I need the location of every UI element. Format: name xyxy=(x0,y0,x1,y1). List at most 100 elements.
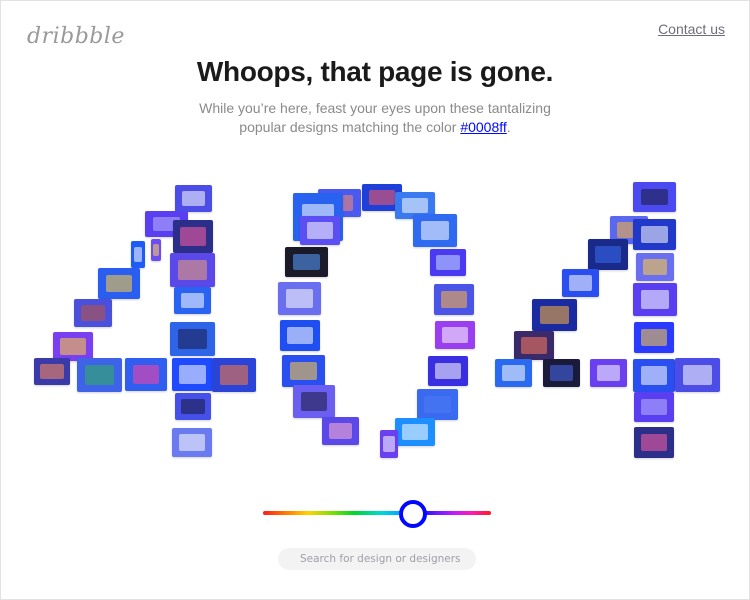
shot-preview-graphic xyxy=(369,189,395,206)
design-shot-thumbnail[interactable] xyxy=(417,389,458,420)
shot-preview-graphic xyxy=(436,254,460,271)
design-shot-thumbnail[interactable] xyxy=(413,214,457,247)
shot-preview-graphic xyxy=(80,305,106,321)
design-shot-thumbnail[interactable] xyxy=(634,322,674,353)
design-shot-thumbnail[interactable] xyxy=(380,430,398,458)
design-shot-thumbnail[interactable] xyxy=(543,359,580,387)
color-slider-track[interactable] xyxy=(263,511,491,515)
design-shot-thumbnail[interactable] xyxy=(675,358,720,392)
shot-preview-graphic xyxy=(549,365,574,381)
shot-preview-graphic xyxy=(568,275,593,291)
design-shot-thumbnail[interactable] xyxy=(322,417,359,445)
shot-preview-graphic xyxy=(683,365,712,385)
shot-preview-graphic xyxy=(402,197,428,214)
design-shot-thumbnail[interactable] xyxy=(633,283,677,316)
shot-preview-graphic xyxy=(181,190,206,207)
design-shot-thumbnail[interactable] xyxy=(77,358,122,392)
design-shot-thumbnail[interactable] xyxy=(175,185,212,212)
design-shot-thumbnail[interactable] xyxy=(170,322,215,356)
design-shot-thumbnail[interactable] xyxy=(636,253,674,281)
design-shot-thumbnail[interactable] xyxy=(172,428,212,457)
design-shot-thumbnail[interactable] xyxy=(634,392,674,422)
design-shot-thumbnail[interactable] xyxy=(125,358,167,391)
shot-preview-graphic xyxy=(60,338,86,355)
design-shot-thumbnail[interactable] xyxy=(151,239,161,261)
shot-preview-graphic xyxy=(540,306,569,324)
shot-preview-graphic xyxy=(152,243,160,257)
design-shot-thumbnail[interactable] xyxy=(278,282,321,315)
shot-preview-graphic xyxy=(641,328,667,347)
design-shot-thumbnail[interactable] xyxy=(98,268,140,299)
design-shot-thumbnail[interactable] xyxy=(435,321,475,349)
shot-preview-graphic xyxy=(596,365,621,381)
shot-preview-graphic xyxy=(441,290,467,309)
design-shot-thumbnail[interactable] xyxy=(633,359,675,392)
shot-preview-graphic xyxy=(179,365,206,384)
shot-preview-graphic xyxy=(178,329,207,349)
design-shot-thumbnail[interactable] xyxy=(34,358,70,385)
design-shot-thumbnail[interactable] xyxy=(131,241,145,268)
design-shot-thumbnail[interactable] xyxy=(590,359,627,387)
shot-preview-graphic xyxy=(219,365,249,385)
shot-preview-graphic xyxy=(180,227,206,246)
shot-preview-graphic xyxy=(328,423,353,439)
design-shot-thumbnail[interactable] xyxy=(495,359,532,387)
design-shot-thumbnail[interactable] xyxy=(434,284,474,315)
design-shot-thumbnail[interactable] xyxy=(634,427,674,458)
shot-preview-graphic xyxy=(642,259,668,275)
design-shot-thumbnail[interactable] xyxy=(633,182,676,212)
design-shot-thumbnail[interactable] xyxy=(514,331,554,360)
shot-preview-graphic xyxy=(383,436,395,452)
design-shot-thumbnail[interactable] xyxy=(53,332,93,361)
design-shot-thumbnail[interactable] xyxy=(74,299,112,327)
shot-preview-graphic xyxy=(307,222,333,239)
search-input[interactable] xyxy=(278,548,476,570)
design-shot-thumbnail[interactable] xyxy=(173,220,213,253)
shot-preview-graphic xyxy=(40,363,64,380)
design-shot-thumbnail[interactable] xyxy=(293,385,335,418)
design-shot-thumbnail[interactable] xyxy=(174,287,211,314)
shot-preview-graphic xyxy=(178,260,207,280)
shot-preview-graphic xyxy=(640,225,669,244)
shot-preview-graphic xyxy=(292,253,321,271)
shot-preview-graphic xyxy=(424,395,451,414)
shot-preview-graphic xyxy=(442,327,468,343)
shot-preview-graphic xyxy=(287,326,313,345)
shot-preview-graphic xyxy=(420,221,450,240)
shot-preview-graphic xyxy=(641,398,667,416)
design-shot-thumbnail[interactable] xyxy=(430,249,466,276)
design-shot-thumbnail[interactable] xyxy=(562,269,599,297)
shot-preview-graphic xyxy=(105,274,133,293)
design-shot-thumbnail[interactable] xyxy=(212,358,256,392)
design-shot-thumbnail[interactable] xyxy=(170,253,215,287)
shot-preview-graphic xyxy=(402,424,428,440)
shot-preview-graphic xyxy=(640,290,670,309)
shot-preview-graphic xyxy=(133,246,143,263)
shot-preview-graphic xyxy=(521,337,547,354)
shot-preview-graphic xyxy=(180,292,205,309)
design-shot-thumbnail[interactable] xyxy=(175,393,211,420)
design-shot-thumbnail[interactable] xyxy=(395,418,435,446)
design-shot-thumbnail[interactable] xyxy=(172,358,213,391)
shot-preview-graphic xyxy=(640,366,668,385)
shot-preview-graphic xyxy=(179,434,205,451)
design-shot-thumbnail[interactable] xyxy=(633,219,676,250)
shot-preview-graphic xyxy=(289,362,318,380)
shot-preview-graphic xyxy=(285,289,314,308)
shot-preview-graphic xyxy=(132,365,160,384)
shot-preview-graphic xyxy=(640,188,669,206)
design-shot-thumbnail[interactable] xyxy=(588,239,628,270)
design-shot-thumbnail[interactable] xyxy=(285,247,328,277)
shot-preview-graphic xyxy=(435,362,461,380)
shot-preview-graphic xyxy=(595,245,621,264)
design-shot-thumbnail[interactable] xyxy=(532,299,577,331)
shot-preview-graphic xyxy=(85,365,114,385)
shot-preview-graphic xyxy=(501,365,526,381)
shot-preview-graphic xyxy=(300,392,328,411)
404-design-mosaic xyxy=(0,0,750,600)
design-shot-thumbnail[interactable] xyxy=(300,216,340,245)
shot-preview-graphic xyxy=(641,433,667,452)
design-shot-thumbnail[interactable] xyxy=(280,320,320,351)
design-shot-thumbnail[interactable] xyxy=(282,355,325,387)
design-shot-thumbnail[interactable] xyxy=(428,356,468,386)
